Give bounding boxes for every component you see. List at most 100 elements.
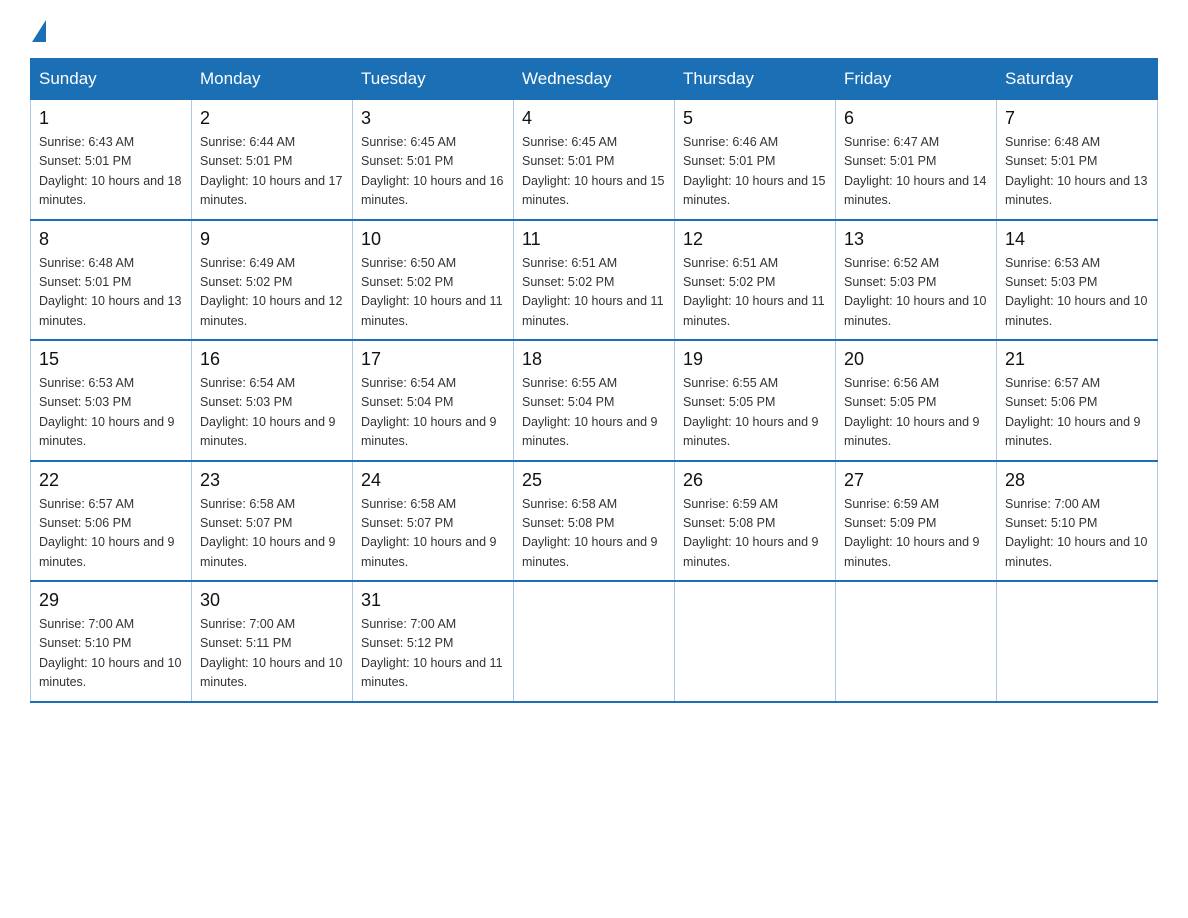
calendar-cell: 3 Sunrise: 6:45 AMSunset: 5:01 PMDayligh… (353, 100, 514, 220)
calendar-table: SundayMondayTuesdayWednesdayThursdayFrid… (30, 58, 1158, 703)
day-info: Sunrise: 6:53 AMSunset: 5:03 PMDaylight:… (39, 376, 175, 448)
day-info: Sunrise: 6:59 AMSunset: 5:08 PMDaylight:… (683, 497, 819, 569)
calendar-cell: 17 Sunrise: 6:54 AMSunset: 5:04 PMDaylig… (353, 340, 514, 461)
day-number: 11 (522, 229, 666, 250)
calendar-cell: 16 Sunrise: 6:54 AMSunset: 5:03 PMDaylig… (192, 340, 353, 461)
day-number: 2 (200, 108, 344, 129)
day-info: Sunrise: 6:51 AMSunset: 5:02 PMDaylight:… (522, 256, 664, 328)
weekday-header-tuesday: Tuesday (353, 59, 514, 100)
day-number: 21 (1005, 349, 1149, 370)
weekday-header-sunday: Sunday (31, 59, 192, 100)
day-number: 1 (39, 108, 183, 129)
calendar-cell: 11 Sunrise: 6:51 AMSunset: 5:02 PMDaylig… (514, 220, 675, 341)
day-info: Sunrise: 6:54 AMSunset: 5:04 PMDaylight:… (361, 376, 497, 448)
weekday-header-row: SundayMondayTuesdayWednesdayThursdayFrid… (31, 59, 1158, 100)
day-number: 28 (1005, 470, 1149, 491)
calendar-cell (997, 581, 1158, 702)
day-info: Sunrise: 7:00 AMSunset: 5:12 PMDaylight:… (361, 617, 503, 689)
day-number: 6 (844, 108, 988, 129)
day-number: 29 (39, 590, 183, 611)
calendar-cell: 25 Sunrise: 6:58 AMSunset: 5:08 PMDaylig… (514, 461, 675, 582)
day-number: 19 (683, 349, 827, 370)
calendar-cell: 4 Sunrise: 6:45 AMSunset: 5:01 PMDayligh… (514, 100, 675, 220)
day-info: Sunrise: 6:48 AMSunset: 5:01 PMDaylight:… (39, 256, 181, 328)
day-info: Sunrise: 6:47 AMSunset: 5:01 PMDaylight:… (844, 135, 986, 207)
calendar-cell: 31 Sunrise: 7:00 AMSunset: 5:12 PMDaylig… (353, 581, 514, 702)
day-info: Sunrise: 6:44 AMSunset: 5:01 PMDaylight:… (200, 135, 342, 207)
day-info: Sunrise: 6:57 AMSunset: 5:06 PMDaylight:… (39, 497, 175, 569)
day-info: Sunrise: 7:00 AMSunset: 5:11 PMDaylight:… (200, 617, 342, 689)
day-info: Sunrise: 6:43 AMSunset: 5:01 PMDaylight:… (39, 135, 181, 207)
calendar-cell: 19 Sunrise: 6:55 AMSunset: 5:05 PMDaylig… (675, 340, 836, 461)
calendar-cell: 24 Sunrise: 6:58 AMSunset: 5:07 PMDaylig… (353, 461, 514, 582)
calendar-cell: 10 Sunrise: 6:50 AMSunset: 5:02 PMDaylig… (353, 220, 514, 341)
day-number: 12 (683, 229, 827, 250)
day-info: Sunrise: 6:58 AMSunset: 5:08 PMDaylight:… (522, 497, 658, 569)
day-number: 14 (1005, 229, 1149, 250)
day-info: Sunrise: 6:53 AMSunset: 5:03 PMDaylight:… (1005, 256, 1147, 328)
week-row-5: 29 Sunrise: 7:00 AMSunset: 5:10 PMDaylig… (31, 581, 1158, 702)
day-info: Sunrise: 7:00 AMSunset: 5:10 PMDaylight:… (39, 617, 181, 689)
day-number: 30 (200, 590, 344, 611)
calendar-body: 1 Sunrise: 6:43 AMSunset: 5:01 PMDayligh… (31, 100, 1158, 702)
day-info: Sunrise: 6:52 AMSunset: 5:03 PMDaylight:… (844, 256, 986, 328)
day-number: 4 (522, 108, 666, 129)
calendar-header: SundayMondayTuesdayWednesdayThursdayFrid… (31, 59, 1158, 100)
calendar-cell: 27 Sunrise: 6:59 AMSunset: 5:09 PMDaylig… (836, 461, 997, 582)
day-info: Sunrise: 6:45 AMSunset: 5:01 PMDaylight:… (361, 135, 503, 207)
weekday-header-friday: Friday (836, 59, 997, 100)
day-info: Sunrise: 6:57 AMSunset: 5:06 PMDaylight:… (1005, 376, 1141, 448)
day-number: 9 (200, 229, 344, 250)
calendar-cell: 8 Sunrise: 6:48 AMSunset: 5:01 PMDayligh… (31, 220, 192, 341)
day-info: Sunrise: 6:58 AMSunset: 5:07 PMDaylight:… (200, 497, 336, 569)
weekday-header-wednesday: Wednesday (514, 59, 675, 100)
calendar-cell: 2 Sunrise: 6:44 AMSunset: 5:01 PMDayligh… (192, 100, 353, 220)
weekday-header-monday: Monday (192, 59, 353, 100)
day-info: Sunrise: 6:56 AMSunset: 5:05 PMDaylight:… (844, 376, 980, 448)
calendar-cell (675, 581, 836, 702)
week-row-4: 22 Sunrise: 6:57 AMSunset: 5:06 PMDaylig… (31, 461, 1158, 582)
weekday-header-thursday: Thursday (675, 59, 836, 100)
day-number: 23 (200, 470, 344, 491)
day-number: 24 (361, 470, 505, 491)
day-number: 18 (522, 349, 666, 370)
page-header (30, 20, 1158, 40)
day-number: 22 (39, 470, 183, 491)
calendar-cell (514, 581, 675, 702)
calendar-cell: 7 Sunrise: 6:48 AMSunset: 5:01 PMDayligh… (997, 100, 1158, 220)
day-number: 8 (39, 229, 183, 250)
weekday-header-saturday: Saturday (997, 59, 1158, 100)
calendar-cell: 29 Sunrise: 7:00 AMSunset: 5:10 PMDaylig… (31, 581, 192, 702)
calendar-cell: 30 Sunrise: 7:00 AMSunset: 5:11 PMDaylig… (192, 581, 353, 702)
calendar-cell: 28 Sunrise: 7:00 AMSunset: 5:10 PMDaylig… (997, 461, 1158, 582)
day-info: Sunrise: 6:46 AMSunset: 5:01 PMDaylight:… (683, 135, 825, 207)
day-number: 15 (39, 349, 183, 370)
calendar-cell: 15 Sunrise: 6:53 AMSunset: 5:03 PMDaylig… (31, 340, 192, 461)
day-number: 20 (844, 349, 988, 370)
calendar-cell: 9 Sunrise: 6:49 AMSunset: 5:02 PMDayligh… (192, 220, 353, 341)
calendar-cell: 20 Sunrise: 6:56 AMSunset: 5:05 PMDaylig… (836, 340, 997, 461)
day-number: 26 (683, 470, 827, 491)
day-number: 25 (522, 470, 666, 491)
calendar-cell: 26 Sunrise: 6:59 AMSunset: 5:08 PMDaylig… (675, 461, 836, 582)
calendar-cell: 14 Sunrise: 6:53 AMSunset: 5:03 PMDaylig… (997, 220, 1158, 341)
logo-triangle-icon (32, 20, 46, 42)
day-number: 3 (361, 108, 505, 129)
calendar-cell: 13 Sunrise: 6:52 AMSunset: 5:03 PMDaylig… (836, 220, 997, 341)
day-info: Sunrise: 6:50 AMSunset: 5:02 PMDaylight:… (361, 256, 503, 328)
day-info: Sunrise: 6:54 AMSunset: 5:03 PMDaylight:… (200, 376, 336, 448)
day-info: Sunrise: 6:55 AMSunset: 5:04 PMDaylight:… (522, 376, 658, 448)
day-number: 5 (683, 108, 827, 129)
day-number: 27 (844, 470, 988, 491)
day-info: Sunrise: 6:45 AMSunset: 5:01 PMDaylight:… (522, 135, 664, 207)
week-row-2: 8 Sunrise: 6:48 AMSunset: 5:01 PMDayligh… (31, 220, 1158, 341)
logo (30, 20, 46, 40)
calendar-cell: 22 Sunrise: 6:57 AMSunset: 5:06 PMDaylig… (31, 461, 192, 582)
day-number: 13 (844, 229, 988, 250)
calendar-cell: 21 Sunrise: 6:57 AMSunset: 5:06 PMDaylig… (997, 340, 1158, 461)
week-row-1: 1 Sunrise: 6:43 AMSunset: 5:01 PMDayligh… (31, 100, 1158, 220)
day-info: Sunrise: 6:48 AMSunset: 5:01 PMDaylight:… (1005, 135, 1147, 207)
calendar-cell (836, 581, 997, 702)
week-row-3: 15 Sunrise: 6:53 AMSunset: 5:03 PMDaylig… (31, 340, 1158, 461)
calendar-cell: 5 Sunrise: 6:46 AMSunset: 5:01 PMDayligh… (675, 100, 836, 220)
